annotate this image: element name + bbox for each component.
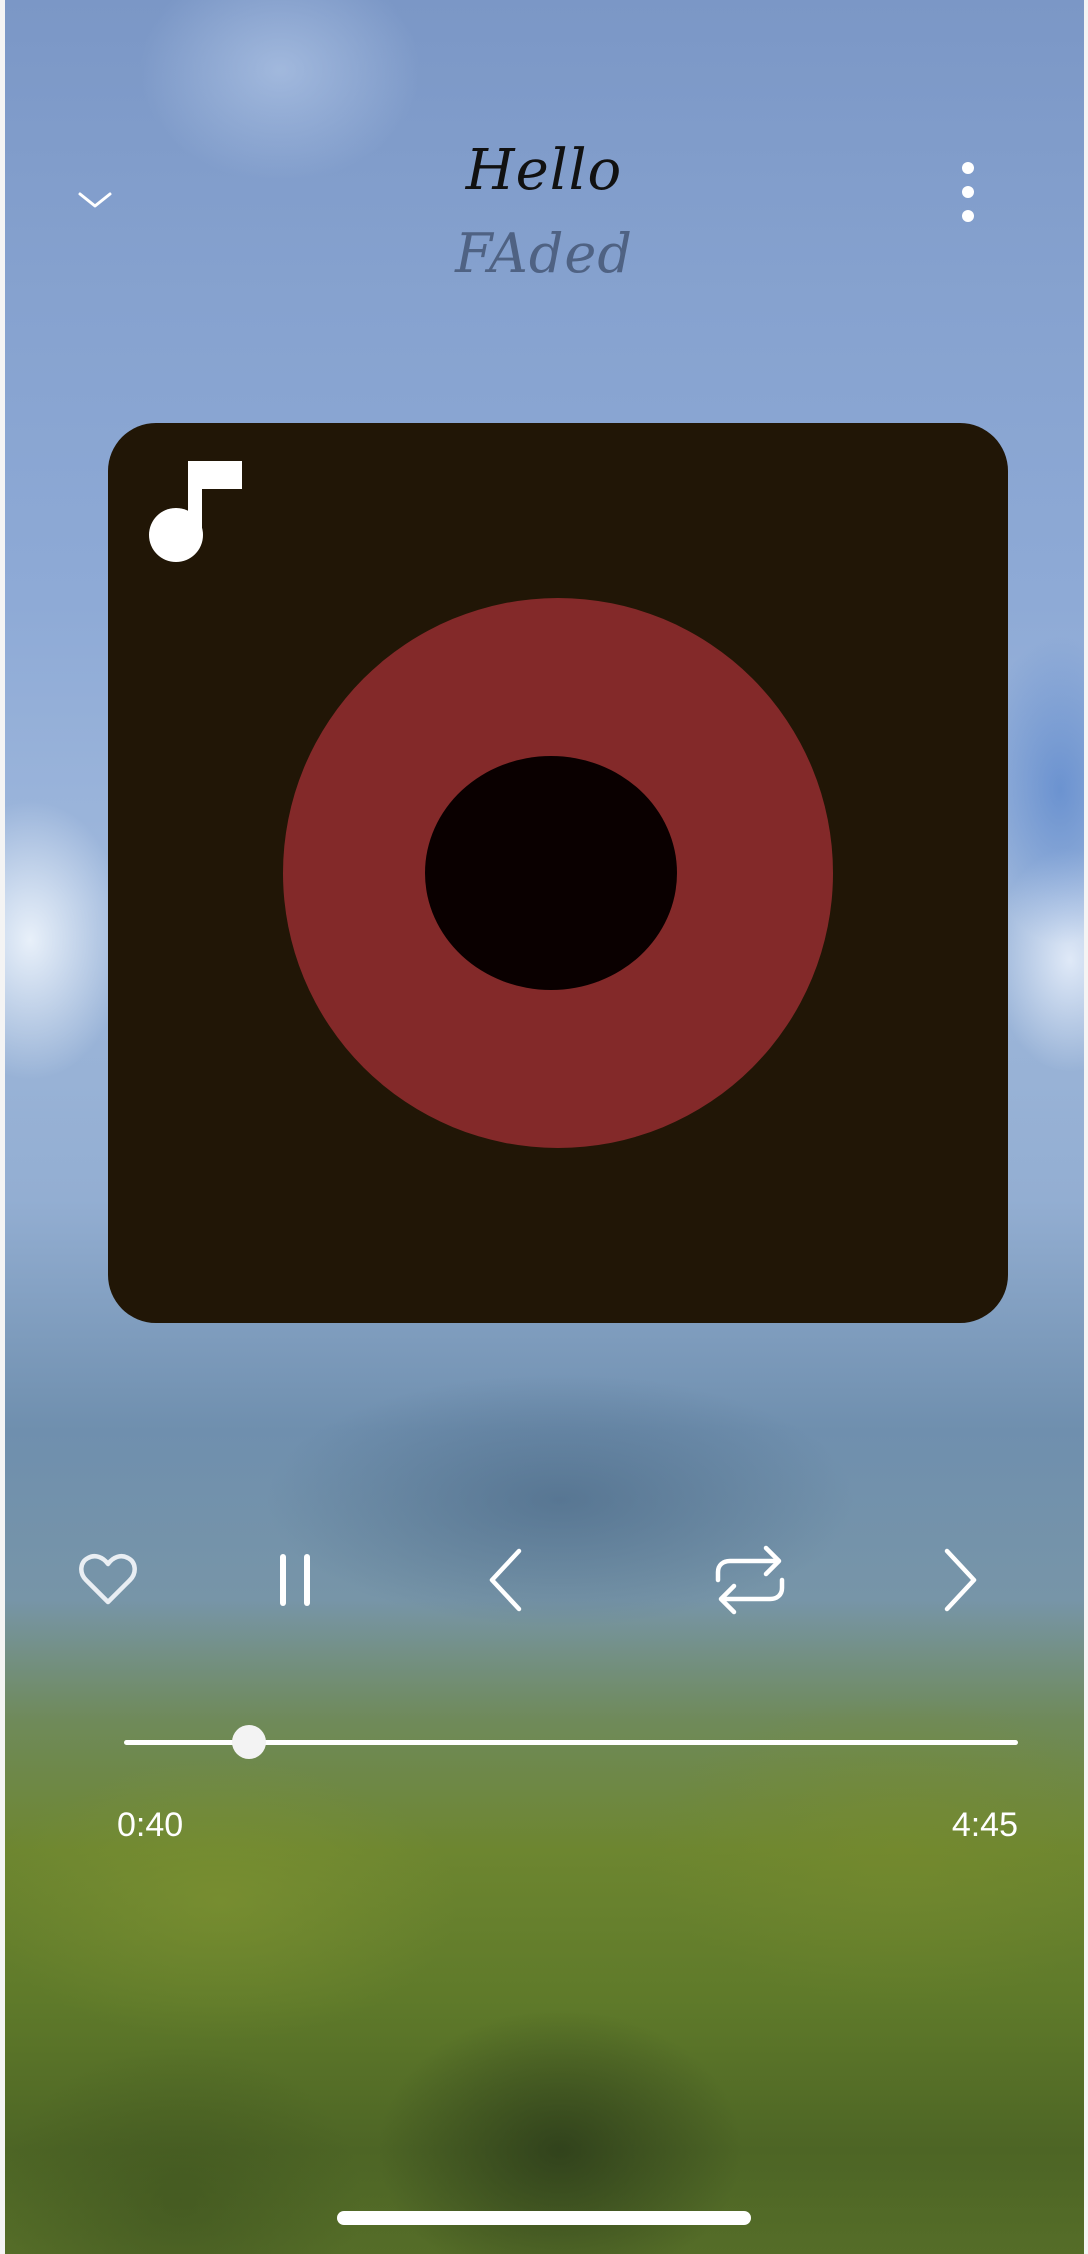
seek-bar[interactable] bbox=[124, 1724, 1018, 1760]
chevron-left-icon[interactable] bbox=[456, 1530, 556, 1630]
repeat-icon[interactable] bbox=[700, 1530, 800, 1630]
now-playing-screen: Hello FAded 0:40 4:45 bbox=[0, 0, 1088, 2254]
pause-icon[interactable] bbox=[245, 1530, 345, 1630]
home-indicator[interactable] bbox=[337, 2211, 751, 2225]
screen-edge-right bbox=[1084, 0, 1088, 2254]
more-vertical-icon[interactable] bbox=[952, 158, 984, 226]
heart-icon[interactable] bbox=[58, 1530, 158, 1630]
total-time: 4:45 bbox=[951, 1806, 1018, 1844]
seek-thumb[interactable] bbox=[232, 1725, 267, 1759]
song-title: Hello bbox=[465, 138, 623, 203]
artist-name: FAded bbox=[455, 222, 633, 285]
disc-graphic bbox=[283, 598, 833, 1148]
album-art bbox=[108, 423, 1008, 1323]
chevron-right-icon[interactable] bbox=[910, 1530, 1010, 1630]
music-note-icon bbox=[149, 461, 242, 562]
playback-controls bbox=[0, 1530, 1088, 1630]
screen-edge-left bbox=[0, 0, 5, 2254]
elapsed-time: 0:40 bbox=[117, 1806, 184, 1844]
